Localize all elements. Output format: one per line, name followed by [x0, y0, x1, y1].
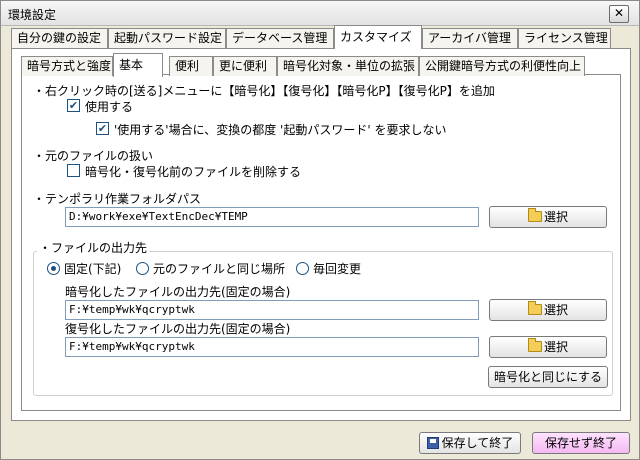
- title-bar: 環境設定 ✕: [1, 1, 639, 26]
- radio-each-time-label: 毎回変更: [313, 262, 362, 276]
- tab-startup-password[interactable]: 起動パスワード設定: [108, 28, 226, 48]
- settings-window: 環境設定 ✕ 自分の鍵の設定 起動パスワード設定 データベース管理 カスタマイズ…: [0, 0, 640, 460]
- folder-icon: [527, 301, 542, 315]
- radio-fixed[interactable]: [47, 262, 60, 275]
- use-context-menu-checkbox[interactable]: ✔: [67, 99, 80, 112]
- use-context-menu-label: 使用する: [85, 100, 134, 114]
- decrypt-output-label: 復号化したファイルの出力先(固定の場合): [65, 322, 291, 336]
- encrypt-output-select-button[interactable]: 選択: [489, 299, 607, 321]
- radio-each-time[interactable]: [296, 262, 309, 275]
- save-and-close-label: 保存して終了: [441, 436, 514, 450]
- tab-basic[interactable]: 基本: [113, 53, 163, 77]
- radio-same-location[interactable]: [136, 262, 149, 275]
- close-button[interactable]: ✕: [609, 5, 629, 23]
- encrypt-select-label: 選択: [543, 303, 568, 317]
- temp-folder-input[interactable]: D:¥work¥exe¥TextEncDec¥TEMP: [65, 207, 479, 227]
- temp-folder-heading: ・テンポラリ作業フォルダパス: [33, 192, 202, 206]
- close-without-save-button[interactable]: 保存せず終了: [532, 432, 630, 454]
- temp-folder-select-button[interactable]: 選択: [489, 206, 607, 228]
- original-file-heading: ・元のファイルの扱い: [33, 149, 154, 163]
- no-password-label: '使用する'場合に、変換の都度 '起動パスワード' を要求しない: [114, 123, 447, 137]
- decrypt-select-label: 選択: [543, 340, 568, 354]
- radio-same-location-label: 元のファイルと同じ場所: [153, 262, 286, 276]
- encrypt-output-label: 暗号化したファイルの出力先(固定の場合): [65, 285, 291, 299]
- delete-original-label: 暗号化・復号化前のファイルを削除する: [85, 165, 302, 179]
- folder-icon: [527, 208, 542, 222]
- tab-customize[interactable]: カスタマイズ: [334, 25, 422, 49]
- context-menu-heading: ・右クリック時の[送る]メニューに【暗号化】【復号化】【暗号化P】【復号化P】を…: [33, 84, 495, 98]
- floppy-disk-icon: [426, 437, 439, 449]
- tab-convenient[interactable]: 便利: [169, 56, 213, 76]
- window-title: 環境設定: [8, 8, 57, 22]
- tab-database[interactable]: データベース管理: [226, 28, 334, 48]
- tab-more-convenient[interactable]: 更に便利: [213, 56, 277, 76]
- decrypt-output-input[interactable]: F:¥temp¥wk¥qcryptwk: [65, 337, 479, 357]
- no-password-checkbox[interactable]: ✔: [96, 122, 109, 135]
- radio-fixed-label: 固定(下記): [64, 262, 122, 276]
- decrypt-output-select-button[interactable]: 選択: [489, 336, 607, 358]
- tab-cipher-strength[interactable]: 暗号方式と強度: [21, 56, 113, 76]
- temp-folder-select-label: 選択: [543, 210, 568, 224]
- folder-icon: [527, 338, 542, 352]
- tab-extension[interactable]: 暗号化対象・単位の拡張: [277, 56, 419, 76]
- tab-own-key[interactable]: 自分の鍵の設定: [11, 28, 108, 48]
- output-heading: ・ファイルの出力先: [37, 239, 150, 256]
- tab-archiver[interactable]: アーカイバ管理: [422, 28, 518, 48]
- delete-original-checkbox[interactable]: [67, 164, 80, 177]
- encrypt-output-input[interactable]: F:¥temp¥wk¥qcryptwk: [65, 300, 479, 320]
- tab-license[interactable]: ライセンス管理: [518, 28, 611, 48]
- same-as-encrypt-button[interactable]: 暗号化と同じにする: [488, 366, 608, 388]
- save-and-close-button[interactable]: 保存して終了: [419, 432, 521, 454]
- tab-public-key[interactable]: 公開鍵暗号方式の利便性向上: [419, 56, 585, 76]
